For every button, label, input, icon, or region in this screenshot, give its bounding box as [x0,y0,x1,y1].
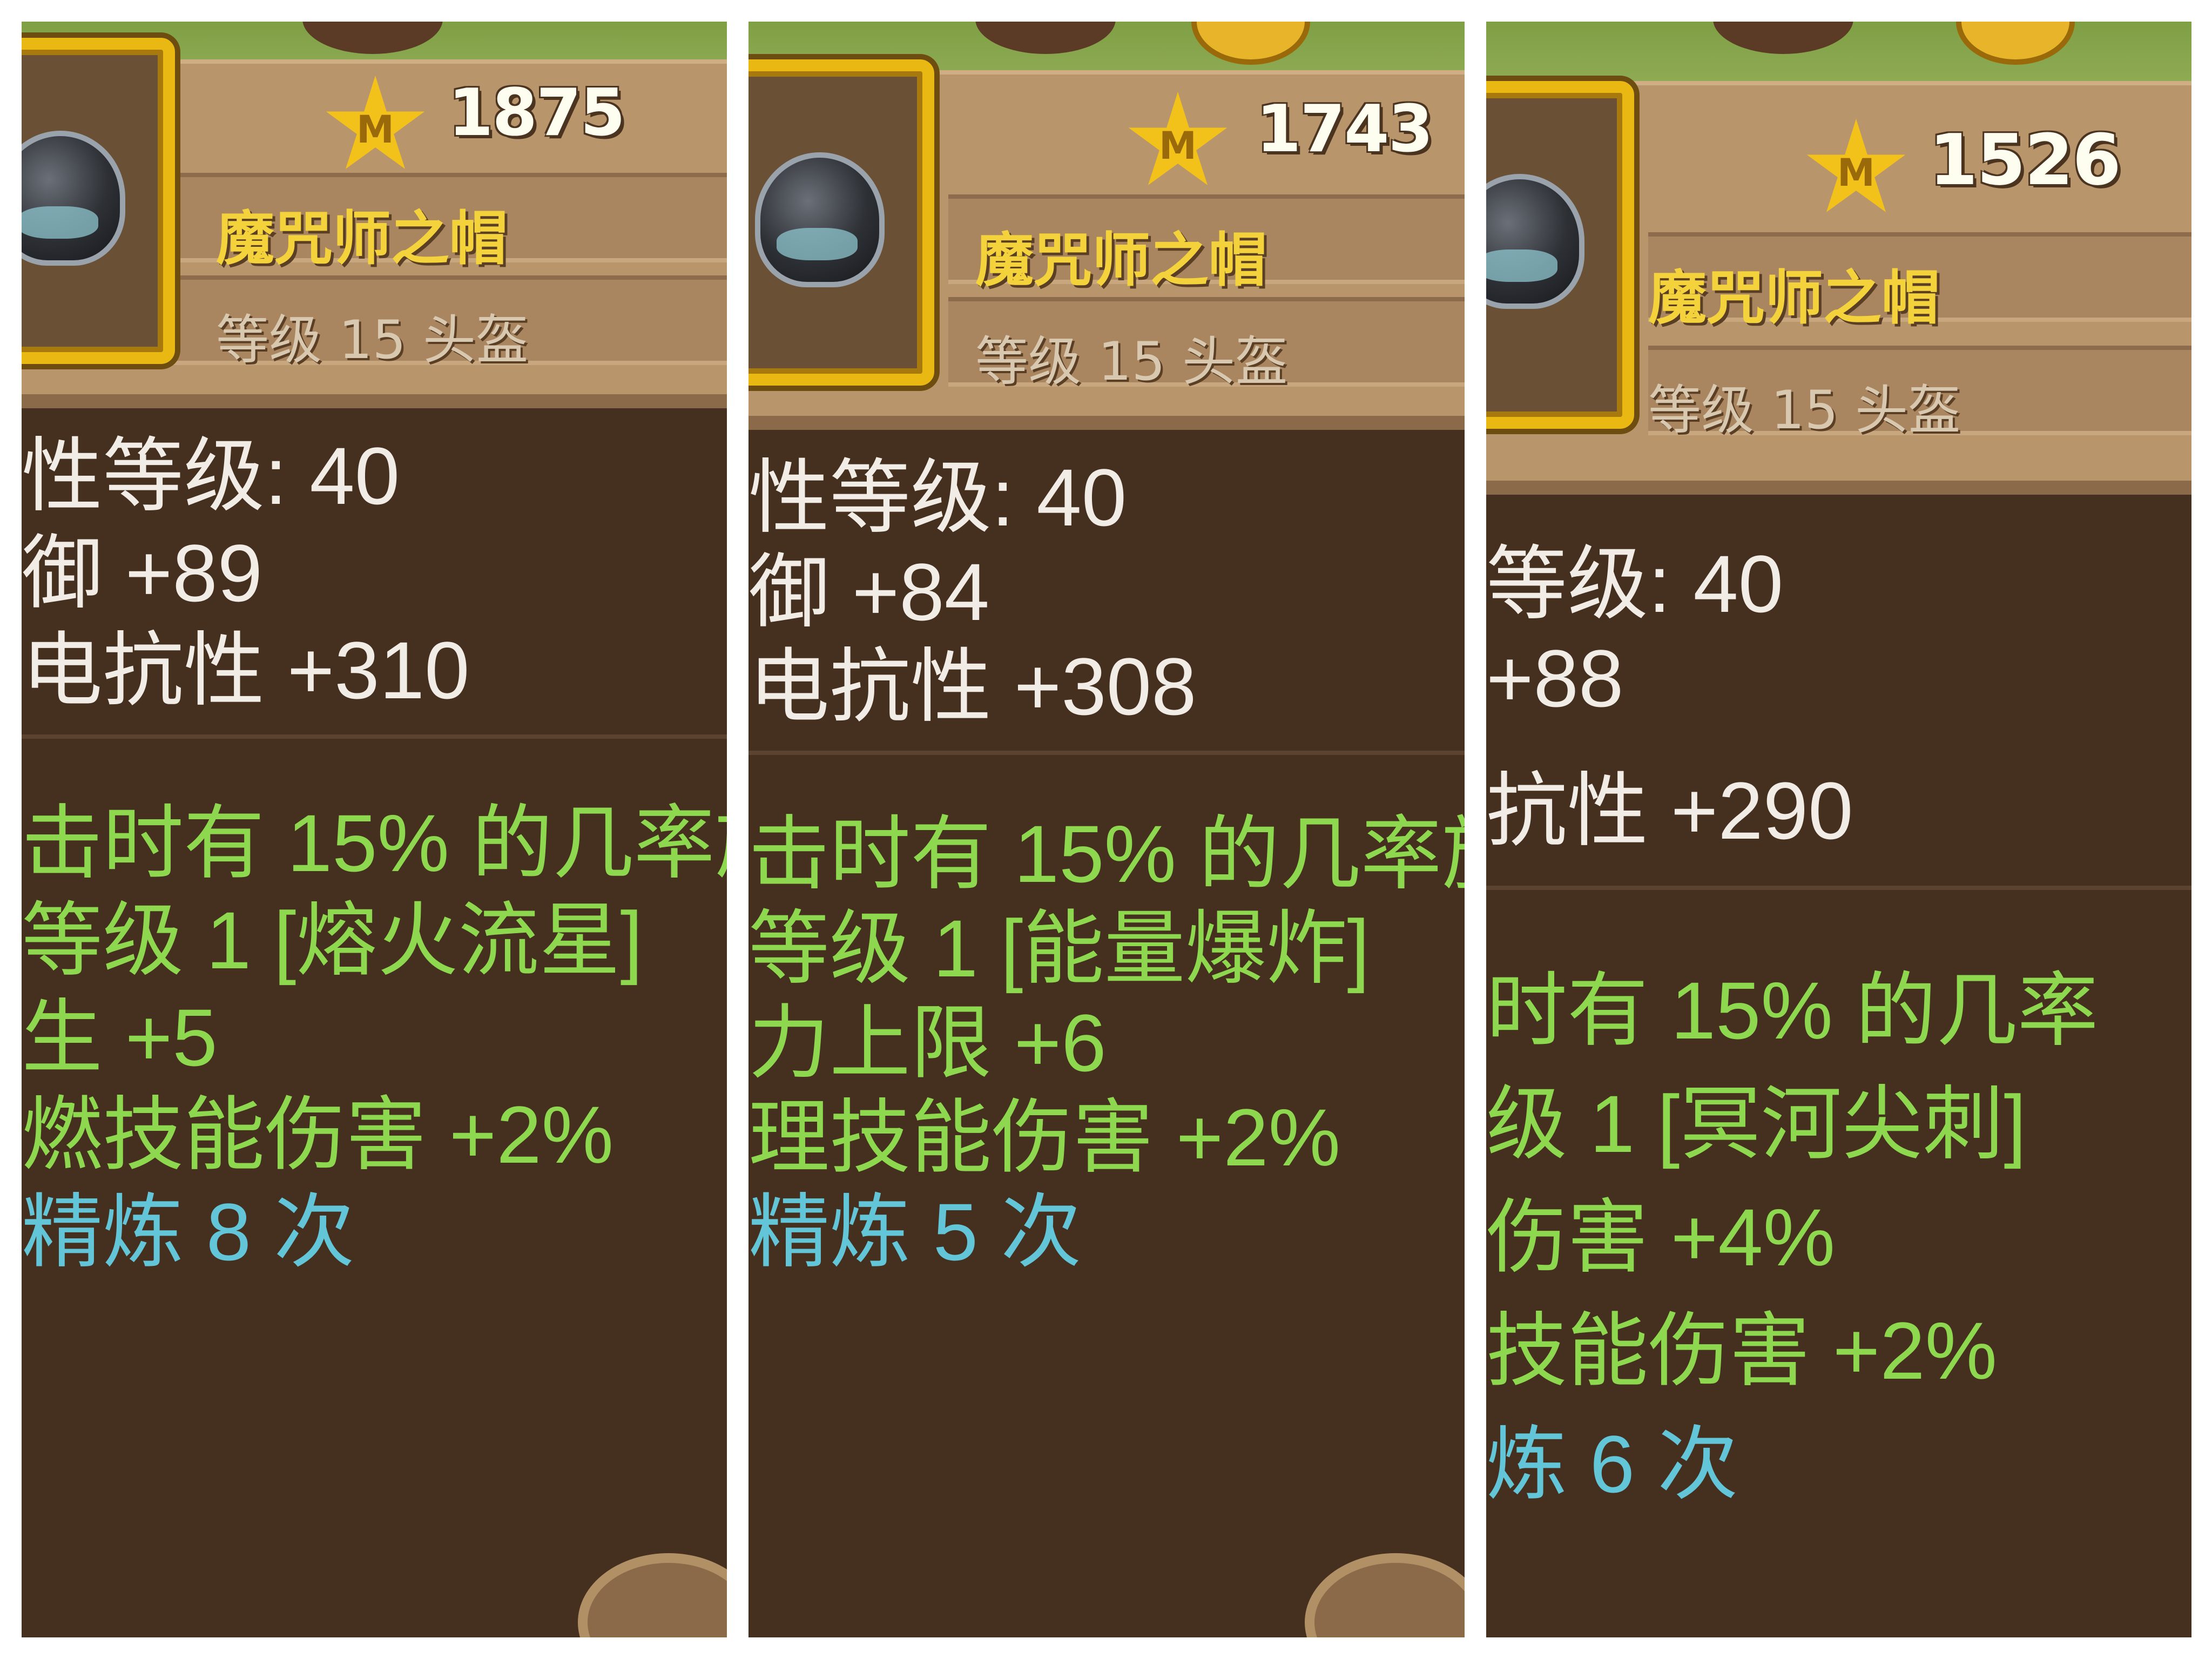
effect-line: 伤害 +4% [1486,1192,1836,1283]
item-level-type: 等级 15 头盔 [975,331,1289,393]
refine-count: 精炼 5 次 [748,1186,1082,1277]
effect-line: 级 1 [冥河尖刺] [1486,1078,2027,1169]
frame-ornament [578,1553,727,1637]
refine-count: 炼 6 次 [1486,1419,1738,1509]
stat-line: 电抗性 +310 [22,625,470,716]
item-header-card: M 1875 魔咒师之帽 等级 15 头盔 [22,38,727,408]
section-divider [1486,886,2191,890]
stat-line: 等级: 40 [1486,538,1784,629]
item-icon-frame[interactable] [1486,81,1634,429]
item-tooltip-panel-1: M 1875 魔咒师之帽 等级 15 头盔 性等级: 40 御 +89 电抗性 … [22,22,727,1637]
item-level-type: 等级 15 头盔 [216,309,529,371]
gear-power-score: 1526 [1929,119,2121,201]
frame-ornament [1305,1553,1465,1637]
item-tooltip-panel-2: M 1743 魔咒师之帽 等级 15 头盔 性等级: 40 御 +84 电抗性 … [748,22,1465,1637]
item-tooltip-panel-3: M 1526 魔咒师之帽 等级 15 头盔 等级: 40 +88 抗性 +290… [1486,22,2191,1637]
item-header-card: M 1743 魔咒师之帽 等级 15 头盔 [748,59,1465,430]
item-level-type: 等级 15 头盔 [1648,380,1961,441]
refine-count: 精炼 8 次 [22,1186,355,1277]
section-divider [748,751,1465,755]
stat-line: 电抗性 +308 [748,641,1197,732]
item-header-card: M 1526 魔咒师之帽 等级 15 头盔 [1486,81,2191,495]
item-name: 魔咒师之帽 [216,205,508,273]
helmet-icon [22,131,125,266]
star-icon: M [326,76,425,169]
helmet-icon [755,152,885,287]
stat-line: 抗性 +290 [1486,765,1853,856]
star-icon: M [1806,119,1906,212]
item-name: 魔咒师之帽 [1648,265,1940,332]
item-icon-frame[interactable] [22,38,175,364]
star-icon: M [1128,92,1228,185]
effect-line: 时有 15% 的几率 [1486,965,2099,1056]
effect-line: 技能伤害 +2% [1486,1305,1998,1396]
item-name: 魔咒师之帽 [975,227,1267,294]
stat-line: +88 [1486,633,1624,724]
gear-power-score: 1743 [1256,92,1433,167]
helmet-icon [1486,174,1584,309]
item-icon-frame[interactable] [748,59,934,386]
section-divider [22,734,727,739]
gear-power-score: 1875 [448,76,625,151]
